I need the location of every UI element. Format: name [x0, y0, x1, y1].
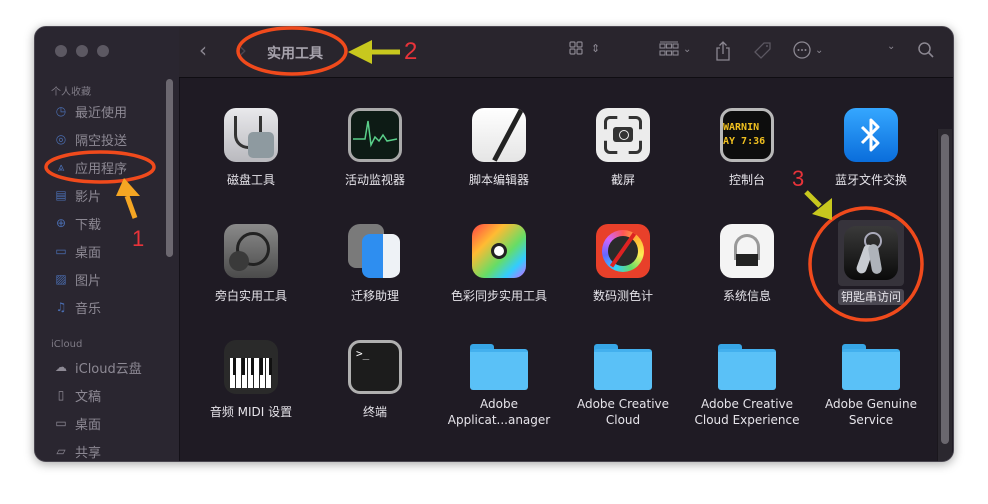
clock-icon: ◷ [55, 104, 67, 118]
cloud-icon: ☁ [55, 360, 67, 374]
file-item-adobe-genuine-service[interactable]: Adobe Genuine Service [811, 340, 931, 428]
group-by-icon [659, 41, 679, 56]
icloud-section-title: iCloud [51, 339, 83, 350]
music-icon: ♫ [55, 300, 67, 314]
sidebar-item-music[interactable]: ♫ 音乐 [53, 297, 101, 317]
file-item-screenshot[interactable]: 截屏 [563, 108, 683, 188]
file-item-migration-assistant[interactable]: 迁移助理 [315, 224, 435, 304]
back-button[interactable]: ‹ [199, 38, 207, 62]
keychain-icon [844, 226, 898, 280]
content-scrollbar[interactable] [941, 134, 949, 444]
film-icon: ▤ [55, 188, 67, 202]
file-item-terminal[interactable]: >_ 终端 [315, 340, 435, 420]
share-icon [716, 41, 730, 61]
file-item-system-information[interactable]: 系统信息 [687, 224, 807, 304]
file-item-digital-color-meter[interactable]: 数码测色计 [563, 224, 683, 304]
sidebar-item-desktop[interactable]: ▭ 桌面 [53, 241, 101, 261]
grid-view-icon [569, 41, 583, 55]
sidebar: 个人收藏 ◷ 最近使用 ◎ 隔空投送 ⩓ 应用程序 ▤ 影片 ⊕ 下载 ▭ 桌面… [35, 27, 180, 461]
more-actions-button[interactable]: ⌄ [793, 41, 823, 59]
chevron-down-icon: ⌄ [887, 41, 896, 52]
forward-button[interactable]: › [239, 38, 247, 62]
share-button[interactable] [715, 41, 731, 61]
airdrop-icon: ◎ [55, 132, 67, 146]
applications-icon: ⩓ [57, 159, 65, 174]
tag-icon [754, 42, 771, 59]
midi-icon [224, 340, 278, 394]
digital-color-meter-icon [596, 224, 650, 278]
sidebar-item-airdrop[interactable]: ◎ 隔空投送 [53, 129, 127, 149]
sidebar-item-shared[interactable]: ▱ 共享 [53, 441, 101, 461]
terminal-icon: >_ [348, 340, 402, 394]
download-icon: ⊕ [55, 216, 67, 230]
folder-icon [470, 344, 528, 390]
file-item-adobe-creative-cloud-experience[interactable]: Adobe Creative Cloud Experience [687, 340, 807, 428]
folder-icon [594, 344, 652, 390]
file-item-adobe-creative-cloud[interactable]: Adobe Creative Cloud [563, 340, 683, 428]
close-button[interactable] [55, 45, 67, 57]
system-information-icon [720, 224, 774, 278]
finder-window: 个人收藏 ◷ 最近使用 ◎ 隔空投送 ⩓ 应用程序 ▤ 影片 ⊕ 下载 ▭ 桌面… [34, 26, 954, 462]
file-item-activity-monitor[interactable]: 活动监视器 [315, 108, 435, 188]
file-item-colorsync-utility[interactable]: 色彩同步实用工具 [439, 224, 559, 304]
migration-assistant-icon [348, 224, 402, 278]
colorsync-icon [472, 224, 526, 278]
group-button[interactable]: ⌄ [659, 41, 691, 57]
bluetooth-icon [844, 108, 898, 162]
sidebar-item-recents[interactable]: ◷ 最近使用 [53, 101, 127, 121]
sidebar-item-applications[interactable]: ⩓ 应用程序 [53, 157, 127, 177]
folder-icon [842, 344, 900, 390]
file-item-audio-midi-setup[interactable]: 音频 MIDI 设置 [191, 340, 311, 420]
file-item-script-editor[interactable]: 脚本编辑器 [439, 108, 559, 188]
minimize-button[interactable] [76, 45, 88, 57]
sidebar-item-documents[interactable]: ▯ 文稿 [53, 385, 101, 405]
search-button[interactable] [917, 41, 935, 59]
file-grid: 磁盘工具 活动监视器 脚本编辑器 截屏 WARNIN AY 7:36 控制台 蓝… [180, 78, 953, 461]
chevron-right-icon: › [239, 38, 247, 62]
file-item-adobe-application-manager[interactable]: Adobe Applicat...anager [439, 340, 559, 428]
tag-button[interactable] [753, 41, 773, 61]
file-item-disk-utility[interactable]: 磁盘工具 [191, 108, 311, 188]
overflow-chevron-button[interactable]: ⌄ [887, 41, 895, 52]
screenshot-icon [596, 108, 650, 162]
desktop-icon: ▭ [55, 416, 67, 430]
activity-monitor-icon [348, 108, 402, 162]
photo-icon: ▨ [55, 272, 67, 286]
window-title: 实用工具 [267, 46, 323, 62]
toolbar: ‹ › 实用工具 ⇕ ⌄ ⌄ ⌄ [179, 27, 953, 78]
desktop-icon: ▭ [55, 244, 67, 258]
sidebar-item-icloud-drive[interactable]: ☁ iCloud云盘 [53, 357, 142, 377]
console-icon: WARNIN AY 7:36 [720, 108, 774, 162]
zoom-button[interactable] [97, 45, 109, 57]
sidebar-item-icloud-desktop[interactable]: ▭ 桌面 [53, 413, 101, 433]
voiceover-icon [224, 224, 278, 278]
sidebar-item-downloads[interactable]: ⊕ 下载 [53, 213, 101, 233]
sidebar-scrollbar[interactable] [166, 79, 173, 257]
window-controls [55, 45, 109, 57]
chevron-down-icon: ⌄ [815, 44, 824, 56]
view-toggle-button[interactable]: ⇕ [569, 41, 600, 55]
sidebar-item-movies[interactable]: ▤ 影片 [53, 185, 101, 205]
file-item-bluetooth-file-exchange[interactable]: 蓝牙文件交换 [811, 108, 931, 188]
document-icon: ▯ [57, 388, 65, 402]
file-item-voiceover-utility[interactable]: 旁白实用工具 [191, 224, 311, 304]
script-editor-icon [472, 108, 526, 162]
folder-icon [718, 344, 776, 390]
ellipsis-circle-icon [793, 41, 811, 59]
disk-utility-icon [224, 108, 278, 162]
shared-folder-icon: ▱ [56, 444, 66, 458]
favorites-section-title: 个人收藏 [51, 87, 91, 98]
chevron-down-icon: ⌄ [683, 43, 692, 55]
file-item-keychain-access[interactable]: 钥匙串访问 [811, 220, 931, 305]
search-icon [918, 42, 934, 58]
file-item-console[interactable]: WARNIN AY 7:36 控制台 [687, 108, 807, 188]
sidebar-item-pictures[interactable]: ▨ 图片 [53, 269, 101, 289]
updown-chevron-icon: ⇕ [591, 41, 601, 55]
chevron-left-icon: ‹ [199, 38, 207, 62]
